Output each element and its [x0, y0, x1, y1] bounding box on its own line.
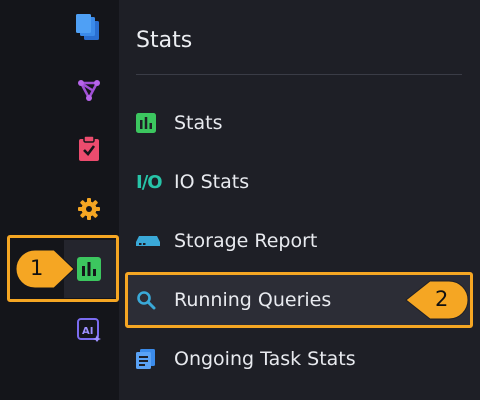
rail-item-tasks[interactable]: [75, 135, 103, 163]
graph-nodes-icon: [78, 80, 100, 101]
menu-item-stats[interactable]: Stats: [127, 97, 471, 149]
callout-2-number: 2: [435, 287, 449, 311]
menu-item-ongoing-task-stats[interactable]: Ongoing Task Stats: [127, 333, 471, 385]
gear-icon: [78, 198, 100, 220]
stats-menu-panel: Stats Stats I/O IO Stats Storage Report: [119, 0, 480, 400]
search-query-icon: [136, 290, 166, 310]
menu-item-io-stats[interactable]: I/O IO Stats: [127, 156, 471, 208]
task-list-icon: [136, 349, 166, 369]
menu-item-label: Running Queries: [174, 289, 332, 311]
rail-item-ai[interactable]: AI: [75, 316, 103, 344]
ai-icon: AI: [77, 318, 101, 342]
bar-chart-icon: [77, 257, 101, 281]
callout-2: 2: [404, 279, 470, 321]
menu-item-storage-report[interactable]: Storage Report: [127, 215, 471, 267]
callout-1: 1: [14, 248, 76, 290]
menu-item-label: Ongoing Task Stats: [174, 348, 356, 370]
menu-title: Stats: [136, 28, 193, 53]
icon-rail: AI: [0, 0, 119, 400]
rail-item-documents[interactable]: [75, 14, 103, 42]
rail-item-settings[interactable]: [75, 195, 103, 223]
documents-icon: [76, 14, 99, 40]
menu-divider: [136, 74, 462, 75]
menu-item-label: Storage Report: [174, 230, 318, 252]
io-icon: I/O: [136, 171, 163, 193]
menu-item-label: IO Stats: [174, 171, 250, 193]
menu-item-label: Stats: [174, 112, 223, 134]
svg-text:AI: AI: [82, 326, 93, 337]
bar-chart-icon: [136, 113, 166, 133]
rail-item-stats[interactable]: [75, 255, 103, 283]
callout-1-number: 1: [30, 256, 44, 280]
clipboard-check-icon: [79, 136, 99, 161]
storage-drive-icon: [136, 234, 166, 248]
rail-item-graph[interactable]: [75, 76, 103, 104]
